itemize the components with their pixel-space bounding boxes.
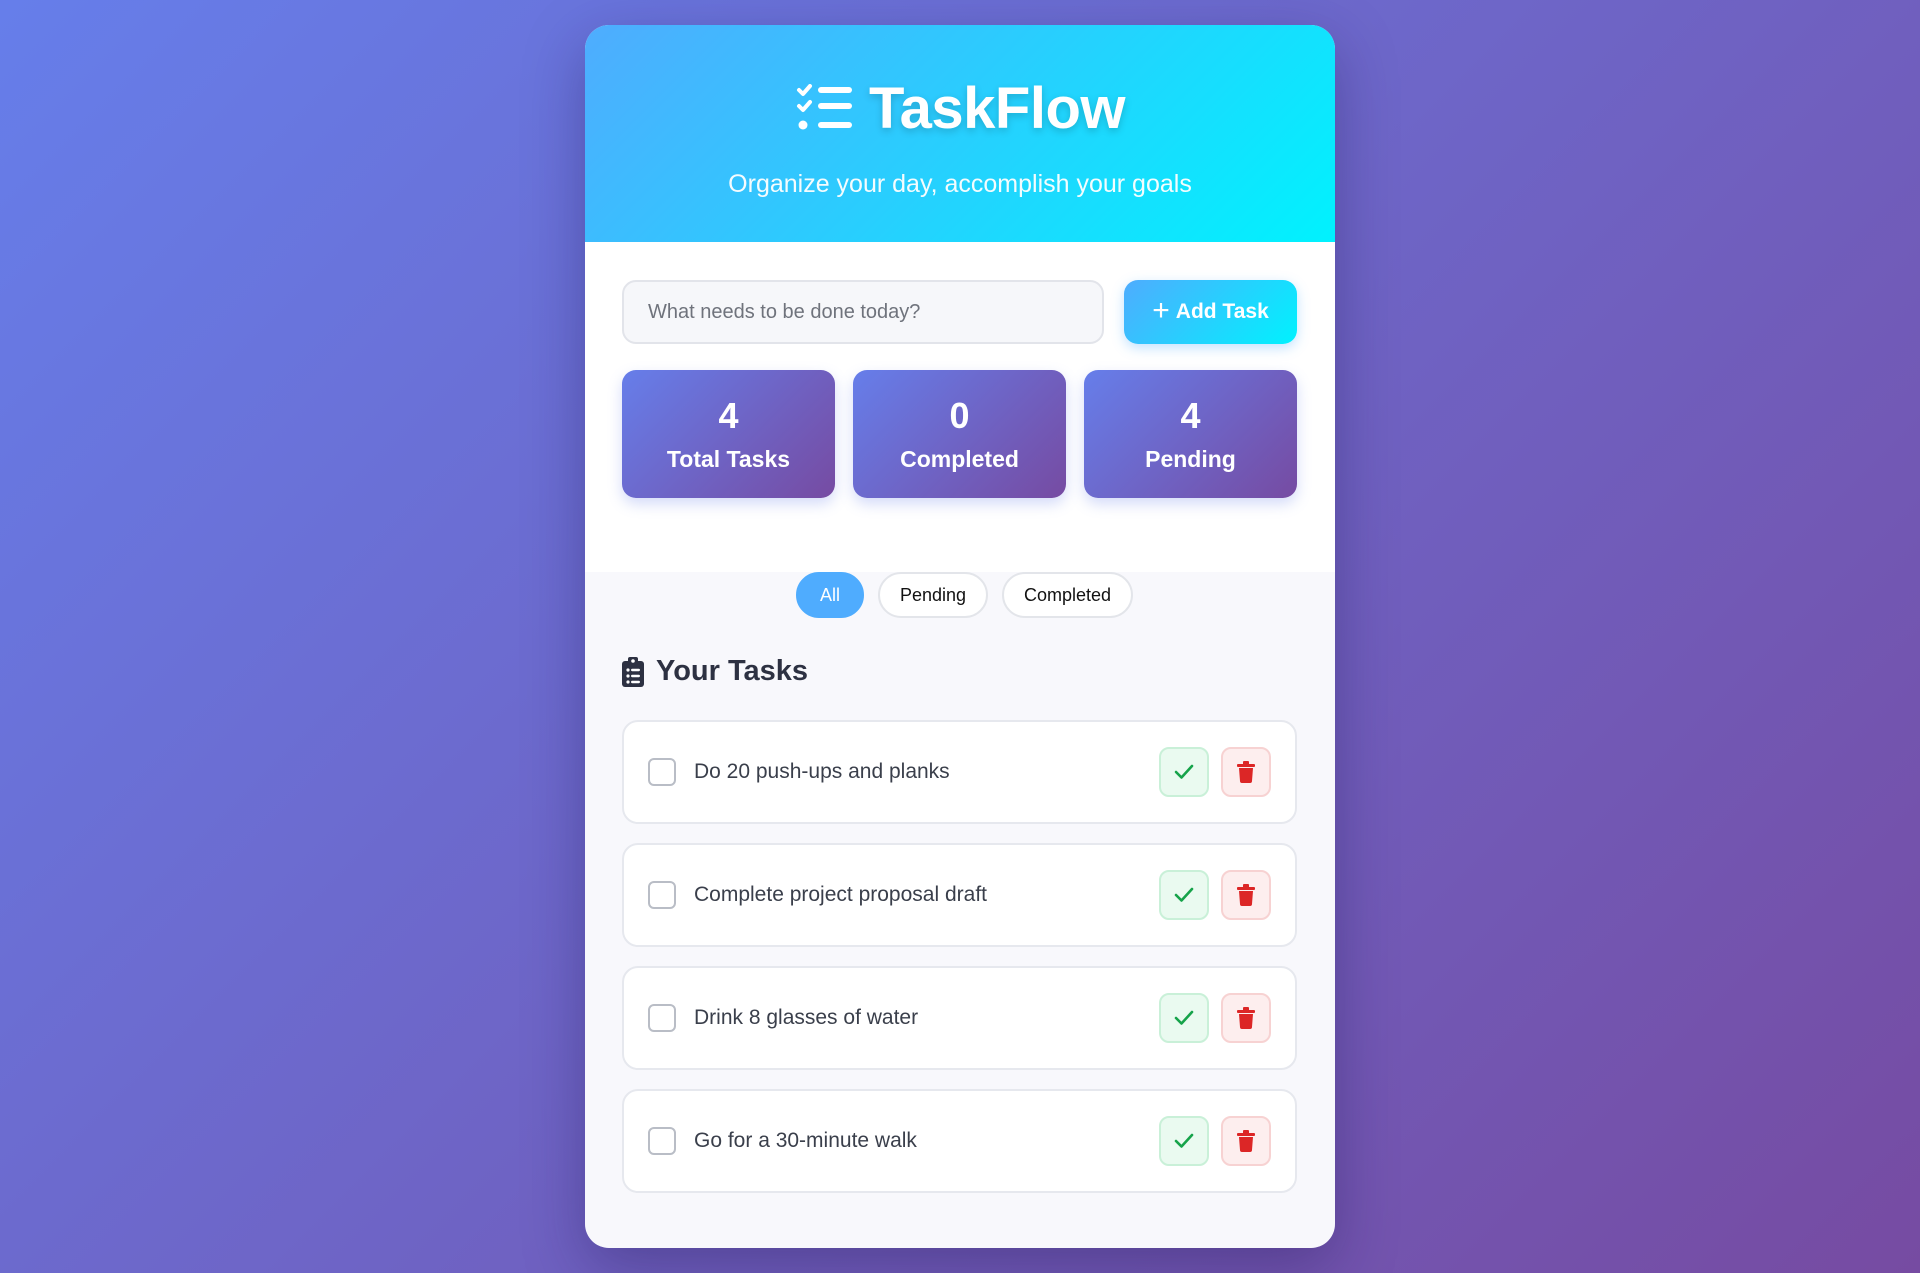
complete-button[interactable] — [1159, 993, 1209, 1043]
task-checkbox[interactable] — [648, 881, 676, 909]
task-checkbox[interactable] — [648, 1127, 676, 1155]
task-item: Drink 8 glasses of water — [622, 966, 1297, 1070]
app-card: TaskFlow Organize your day, accomplish y… — [585, 25, 1335, 1248]
stat-completed: 0 Completed — [853, 370, 1066, 498]
filter-all[interactable]: All — [795, 572, 864, 618]
complete-button[interactable] — [1159, 747, 1209, 797]
app-title: TaskFlow — [869, 76, 1125, 141]
filter-pending[interactable]: Pending — [877, 572, 989, 618]
list-check-icon — [797, 83, 852, 129]
complete-button[interactable] — [1159, 870, 1209, 920]
trash-icon — [1237, 1130, 1255, 1152]
task-list: Do 20 push-ups and planks Complete proje… — [622, 720, 1297, 1212]
task-text: Do 20 push-ups and planks — [694, 760, 950, 783]
add-task-button[interactable]: + Add Task — [1124, 280, 1297, 344]
delete-button[interactable] — [1221, 1116, 1271, 1166]
app-subtitle: Organize your day, accomplish your goals — [728, 170, 1192, 198]
input-row: + Add Task — [622, 280, 1297, 344]
stat-pending-label: Pending — [1145, 445, 1236, 472]
task-checkbox[interactable] — [648, 758, 676, 786]
task-text: Drink 8 glasses of water — [694, 1006, 919, 1029]
delete-button[interactable] — [1221, 747, 1271, 797]
section-header: Your Tasks — [622, 655, 808, 688]
task-input[interactable] — [622, 280, 1104, 344]
delete-button[interactable] — [1221, 870, 1271, 920]
section-title: Your Tasks — [656, 655, 809, 687]
input-panel: + Add Task 4 Total Tasks 0 Completed 4 P… — [585, 242, 1335, 572]
header: TaskFlow Organize your day, accomplish y… — [585, 25, 1335, 242]
stats-row: 4 Total Tasks 0 Completed 4 Pending — [622, 370, 1297, 498]
task-checkbox[interactable] — [648, 1004, 676, 1032]
stat-total: 4 Total Tasks — [622, 370, 835, 498]
trash-icon — [1237, 1007, 1255, 1029]
stat-completed-label: Completed — [900, 445, 1019, 472]
check-icon — [1174, 1133, 1194, 1148]
filter-bar: All Pending Completed — [585, 572, 1335, 618]
stat-pending: 4 Pending — [1084, 370, 1297, 498]
clipboard-list-icon — [622, 656, 644, 687]
stat-total-value: 4 — [718, 395, 739, 436]
task-text: Go for a 30-minute walk — [694, 1129, 917, 1152]
task-item: Go for a 30-minute walk — [622, 1089, 1297, 1193]
check-icon — [1174, 1010, 1194, 1025]
stat-completed-value: 0 — [949, 395, 970, 436]
trash-icon — [1237, 884, 1255, 906]
check-icon — [1174, 887, 1194, 902]
title-row: TaskFlow — [585, 75, 1335, 142]
task-text: Complete project proposal draft — [694, 883, 987, 906]
task-item: Complete project proposal draft — [622, 843, 1297, 947]
filter-completed[interactable]: Completed — [1002, 572, 1134, 618]
stat-total-label: Total Tasks — [666, 445, 791, 472]
plus-icon: + — [1152, 293, 1170, 327]
check-icon — [1174, 764, 1194, 779]
delete-button[interactable] — [1221, 993, 1271, 1043]
stat-pending-value: 4 — [1180, 395, 1201, 436]
trash-icon — [1237, 761, 1255, 783]
add-task-label: Add Task — [1175, 300, 1269, 323]
complete-button[interactable] — [1159, 1116, 1209, 1166]
task-item: Do 20 push-ups and planks — [622, 720, 1297, 824]
